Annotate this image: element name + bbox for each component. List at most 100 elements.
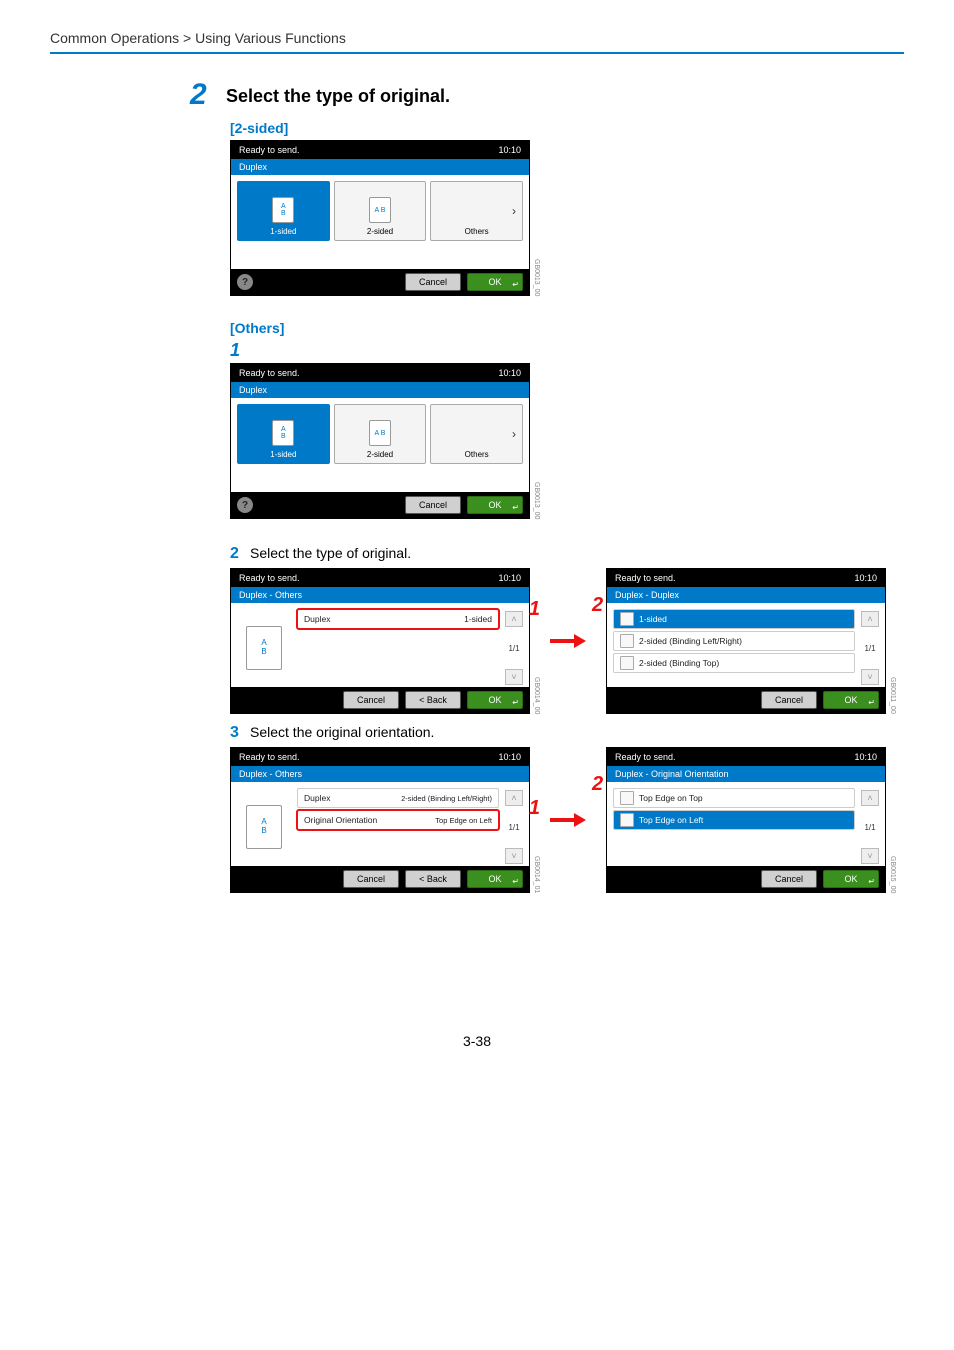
panel-crumb: Duplex - Others [231,766,529,782]
page-number: 3-38 [50,1033,904,1049]
ok-label: OK [488,695,501,705]
thumb-icon: AB [246,805,282,849]
breadcrumb: Common Operations > Using Various Functi… [50,30,904,46]
ok-button[interactable]: OK↵ [823,870,879,888]
page-indicator: 1/1 [508,823,519,832]
page-indicator: 1/1 [864,823,875,832]
ref-code: GB0014_01 [533,856,540,893]
row-1sided[interactable]: 1-sided [613,609,855,629]
panel-clock: 10:10 [498,145,521,155]
scroll-up-icon[interactable]: ˄ [505,790,523,806]
tile-2sided[interactable]: A B 2-sided [334,404,427,464]
option-icon [620,612,634,626]
row-2sided-top[interactable]: 2-sided (Binding Top) [613,653,855,673]
ref-code: GB0013_00 [533,482,540,519]
row-top-edge-top[interactable]: Top Edge on Top [613,788,855,808]
panel-status: Ready to send. [239,368,300,378]
cancel-button[interactable]: Cancel [405,496,461,514]
panel-clock: 10:10 [854,573,877,583]
cancel-button[interactable]: Cancel [343,691,399,709]
tile-label: 1-sided [270,450,296,459]
step-title: Select the type of original. [226,80,450,107]
substep-1: 1 [230,340,904,361]
row-label: Duplex [304,793,401,803]
row-duplex[interactable]: Duplex 2-sided (Binding Left/Right) [297,788,499,808]
scroll-up-icon[interactable]: ˄ [861,611,879,627]
panel-crumb: Duplex - Duplex [607,587,885,603]
callout-1: 1 [529,797,540,820]
tile-1sided[interactable]: AB 1-sided [237,404,330,464]
enter-icon: ↵ [512,503,519,512]
substep-2-num: 2 [230,546,250,562]
tile-others[interactable]: › Others [430,181,523,241]
tile-1sided[interactable]: AB 1-sided [237,181,330,241]
page-icon: A B [369,420,391,446]
back-button[interactable]: < Back [405,870,461,888]
cancel-button[interactable]: Cancel [405,273,461,291]
arrow-right-icon [550,813,586,827]
panel-status: Ready to send. [239,752,300,762]
ok-label: OK [488,500,501,510]
panel-clock: 10:10 [498,368,521,378]
row-value: 2-sided (Binding Left/Right) [401,794,492,803]
page-icon: AB [272,420,294,446]
tile-label: 2-sided [367,450,393,459]
tile-others[interactable]: › Others [430,404,523,464]
row-duplex[interactable]: Duplex 1-sided [297,609,499,629]
row-value: Top Edge on Left [435,816,492,825]
tile-label: Others [465,450,489,459]
callout-2: 2 [592,594,603,617]
scroll-up-icon[interactable]: ˄ [505,611,523,627]
row-top-edge-left[interactable]: Top Edge on Left [613,810,855,830]
option-icon [620,656,634,670]
help-icon[interactable]: ? [237,274,253,290]
substep-3-num: 3 [230,725,250,741]
row-label: 2-sided (Binding Top) [639,658,848,668]
row-label: Top Edge on Top [639,793,848,803]
step-number: 2 [190,80,226,110]
tile-2sided[interactable]: A B 2-sided [334,181,427,241]
ok-label: OK [488,277,501,287]
row-2sided-lr[interactable]: 2-sided (Binding Left/Right) [613,631,855,651]
callout-2: 2 [592,773,603,796]
back-button[interactable]: < Back [405,691,461,709]
ref-code: GB0015_00 [889,856,896,893]
row-orientation[interactable]: Original Orientation Top Edge on Left [297,810,499,830]
scroll-down-icon[interactable]: ˅ [505,669,523,685]
tile-label: 2-sided [367,227,393,236]
ok-button[interactable]: OK↵ [467,870,523,888]
row-value: 1-sided [464,614,492,624]
row-label: 2-sided (Binding Left/Right) [639,636,848,646]
help-icon[interactable]: ? [237,497,253,513]
ref-code: GB0014_00 [533,677,540,714]
panel-duplex-2sided: Ready to send. 10:10 Duplex AB 1-sided A… [230,140,530,296]
panel-duplex-others1: Ready to send. 10:10 Duplex AB 1-sided A… [230,363,530,519]
tile-label: Others [465,227,489,236]
callout-1: 1 [529,598,540,621]
cancel-button[interactable]: Cancel [761,870,817,888]
panel-status: Ready to send. [239,145,300,155]
ok-label: OK [844,874,857,884]
ok-label: OK [844,695,857,705]
scroll-up-icon[interactable]: ˄ [861,790,879,806]
ok-button[interactable]: OK↵ [467,691,523,709]
page-indicator: 1/1 [864,644,875,653]
option-icon [620,634,634,648]
panel-clock: 10:10 [854,752,877,762]
option-icon [620,791,634,805]
chevron-right-icon: › [512,204,516,218]
cancel-button[interactable]: Cancel [343,870,399,888]
row-label: Duplex [304,614,464,624]
ok-button[interactable]: OK↵ [467,273,523,291]
ok-button[interactable]: OK ↵ [467,496,523,514]
scroll-down-icon[interactable]: ˅ [861,848,879,864]
substep-3-text: Select the original orientation. [250,724,434,740]
scroll-down-icon[interactable]: ˅ [505,848,523,864]
scroll-down-icon[interactable]: ˅ [861,669,879,685]
chevron-right-icon: › [512,427,516,441]
ok-button[interactable]: OK↵ [823,691,879,709]
header-rule [50,52,904,54]
cancel-button[interactable]: Cancel [761,691,817,709]
thumb-icon: AB [246,626,282,670]
option-icon [620,813,634,827]
